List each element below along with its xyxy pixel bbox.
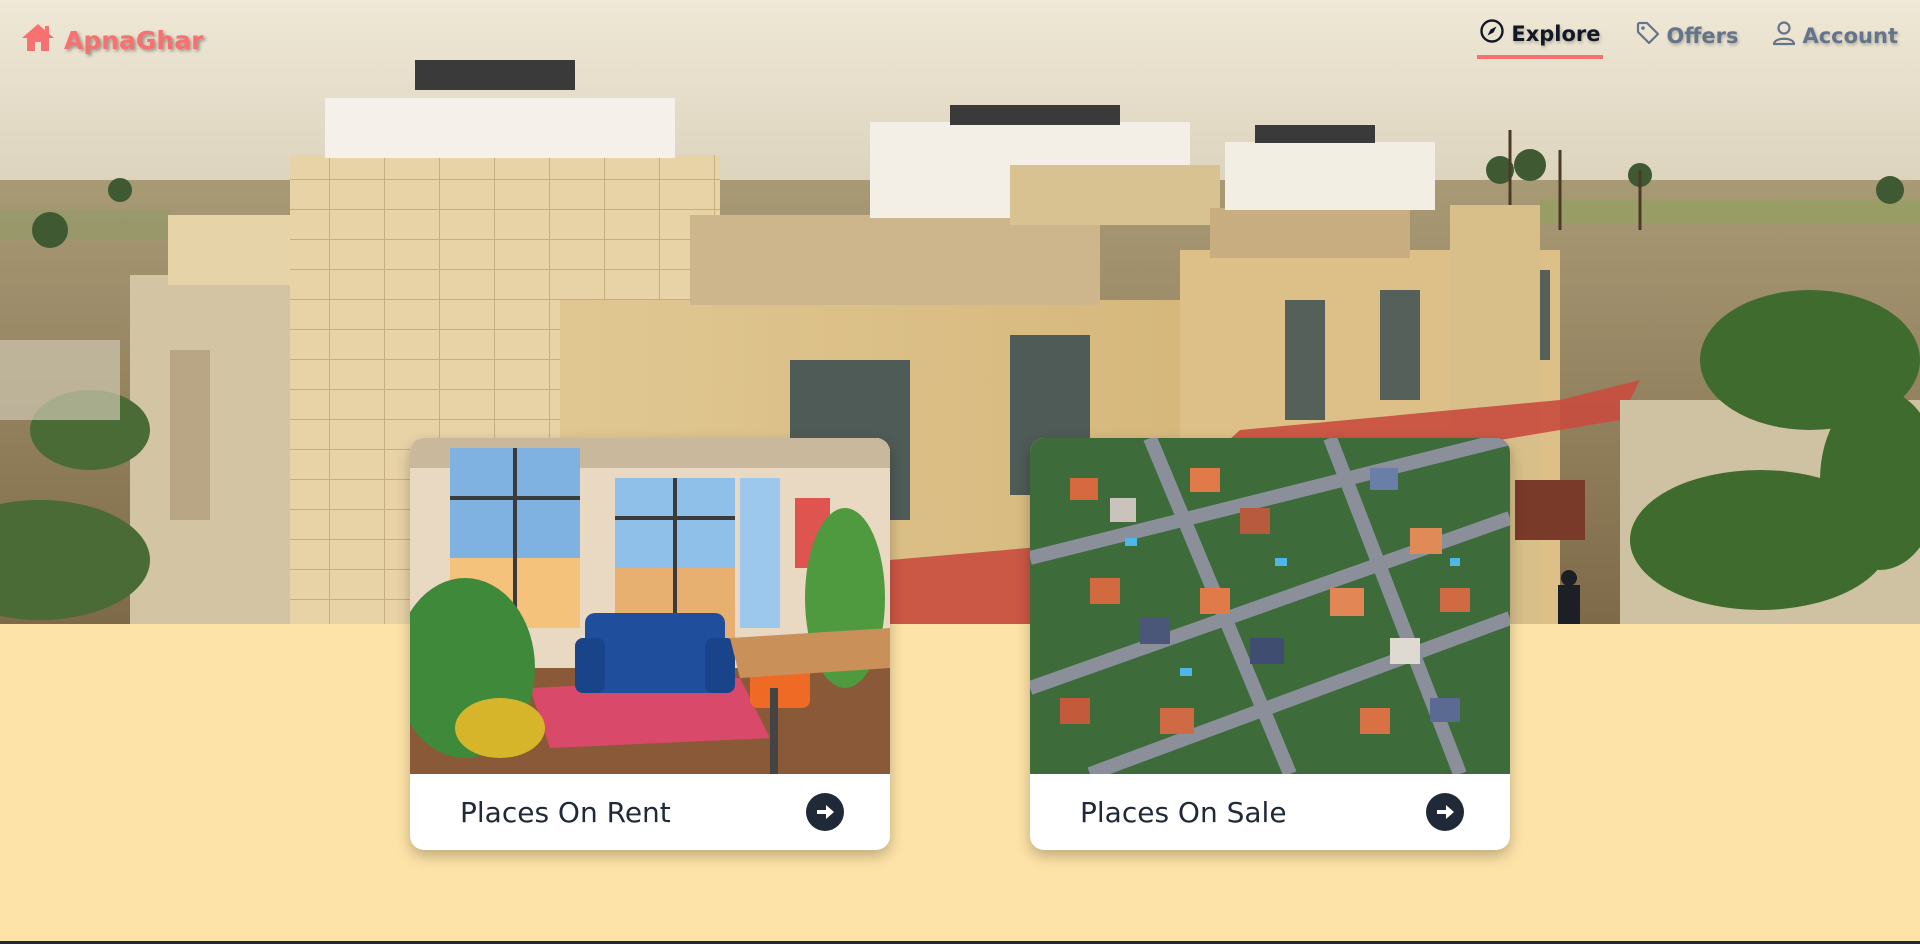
arrow-right-circle-icon[interactable]	[1426, 793, 1464, 831]
nav-explore-label: Explore	[1511, 21, 1601, 46]
hero-banner	[0, 0, 1920, 624]
card-title: Places On Rent	[460, 795, 671, 829]
arrow-right-circle-icon[interactable]	[806, 793, 844, 831]
house-icon	[20, 22, 56, 58]
card-footer: Places On Rent	[410, 774, 890, 850]
living-room-photo	[410, 438, 890, 774]
tag-icon	[1635, 20, 1661, 51]
nav-offers-label: Offers	[1666, 23, 1739, 48]
card-title: Places On Sale	[1080, 795, 1287, 829]
nav-account[interactable]: Account	[1770, 18, 1900, 61]
top-navbar: ApnaGhar Explore Offers Account	[0, 0, 1920, 80]
hero-background-photo	[0, 0, 1920, 624]
nav-links: Explore Offers Account	[1477, 18, 1900, 61]
aerial-neighborhood-photo	[1030, 438, 1510, 774]
card-footer: Places On Sale	[1030, 774, 1510, 850]
nav-offers[interactable]: Offers	[1633, 18, 1741, 61]
brand-name: ApnaGhar	[64, 25, 204, 55]
card-places-on-sale[interactable]: Places On Sale	[1030, 438, 1510, 850]
nav-account-label: Account	[1802, 23, 1898, 48]
compass-icon	[1479, 18, 1505, 49]
nav-explore[interactable]: Explore	[1477, 16, 1603, 59]
card-places-on-rent[interactable]: Places On Rent	[410, 438, 890, 850]
page-background	[0, 624, 1920, 942]
user-icon	[1772, 20, 1796, 51]
brand-logo[interactable]: ApnaGhar	[20, 22, 203, 58]
